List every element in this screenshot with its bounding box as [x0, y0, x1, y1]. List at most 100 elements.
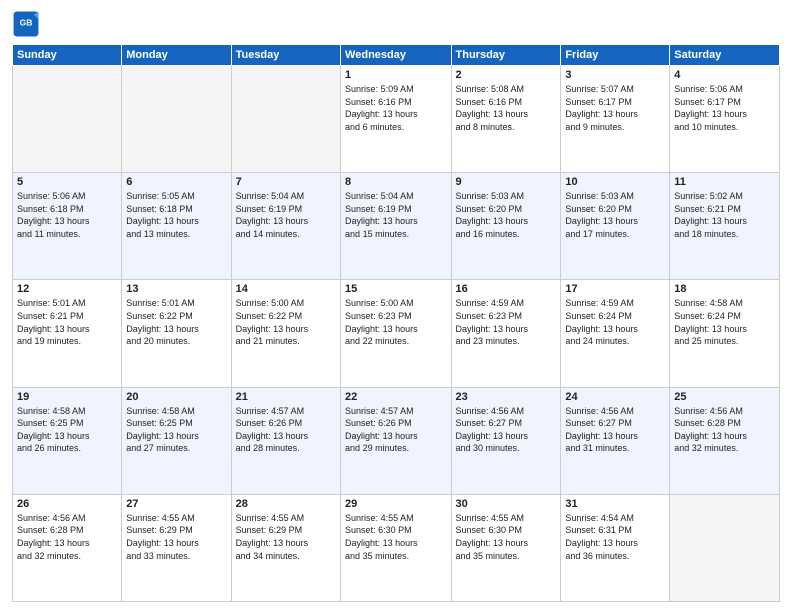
calendar-day-19: 19 Sunrise: 4:58 AM Sunset: 6:25 PM Dayli… [13, 387, 122, 494]
day-number: 13 [126, 283, 226, 295]
calendar-day-22: 22 Sunrise: 4:57 AM Sunset: 6:26 PM Dayli… [341, 387, 451, 494]
day-info: Sunrise: 5:04 AM Sunset: 6:19 PM Dayligh… [236, 190, 336, 240]
col-header-sunday: Sunday [13, 45, 122, 66]
calendar-day-9: 9Sunrise: 5:03 AM Sunset: 6:20 PM Daylig… [451, 173, 561, 280]
calendar-week-row: 1 Sunrise: 5:09 AM Sunset: 6:16 PM Daylig… [13, 66, 780, 173]
calendar-day-5: 5 Sunrise: 5:06 AM Sunset: 6:18 PM Daylig… [13, 173, 122, 280]
day-info: Sunrise: 4:59 AM Sunset: 6:23 PM Dayligh… [456, 297, 557, 347]
page-header: GB [12, 10, 780, 38]
day-number: 20 [126, 391, 226, 403]
day-info: Sunrise: 4:58 AM Sunset: 6:25 PM Dayligh… [17, 405, 117, 455]
calendar-day-16: 16 Sunrise: 4:59 AM Sunset: 6:23 PM Dayli… [451, 280, 561, 387]
day-info: Sunrise: 5:01 AM Sunset: 6:21 PM Dayligh… [17, 297, 117, 347]
calendar-day-empty [122, 66, 231, 173]
day-info: Sunrise: 4:56 AM Sunset: 6:27 PM Dayligh… [565, 405, 665, 455]
day-number: 8 [345, 176, 446, 188]
day-info: Sunrise: 5:00 AM Sunset: 6:23 PM Dayligh… [345, 297, 446, 347]
day-info: Sunrise: 4:55 AM Sunset: 6:29 PM Dayligh… [126, 512, 226, 562]
logo: GB [12, 10, 44, 38]
calendar-day-11: 11 Sunrise: 5:02 AM Sunset: 6:21 PM Dayli… [670, 173, 780, 280]
day-number: 16 [456, 283, 557, 295]
day-info: Sunrise: 5:05 AM Sunset: 6:18 PM Dayligh… [126, 190, 226, 240]
col-header-saturday: Saturday [670, 45, 780, 66]
day-info: Sunrise: 4:58 AM Sunset: 6:24 PM Dayligh… [674, 297, 775, 347]
calendar-day-15: 15 Sunrise: 5:00 AM Sunset: 6:23 PM Dayli… [341, 280, 451, 387]
day-info: Sunrise: 5:08 AM Sunset: 6:16 PM Dayligh… [456, 83, 557, 133]
calendar-day-31: 31Sunrise: 4:54 AM Sunset: 6:31 PM Dayli… [561, 494, 670, 601]
day-info: Sunrise: 4:57 AM Sunset: 6:26 PM Dayligh… [236, 405, 336, 455]
calendar-week-row: 5 Sunrise: 5:06 AM Sunset: 6:18 PM Daylig… [13, 173, 780, 280]
day-info: Sunrise: 4:55 AM Sunset: 6:29 PM Dayligh… [236, 512, 336, 562]
logo-icon: GB [12, 10, 40, 38]
day-info: Sunrise: 5:03 AM Sunset: 6:20 PM Dayligh… [565, 190, 665, 240]
col-header-friday: Friday [561, 45, 670, 66]
day-info: Sunrise: 5:00 AM Sunset: 6:22 PM Dayligh… [236, 297, 336, 347]
calendar-day-24: 24 Sunrise: 4:56 AM Sunset: 6:27 PM Dayli… [561, 387, 670, 494]
svg-text:GB: GB [20, 18, 33, 28]
calendar-day-30: 30 Sunrise: 4:55 AM Sunset: 6:30 PM Dayli… [451, 494, 561, 601]
calendar-day-8: 8Sunrise: 5:04 AM Sunset: 6:19 PM Daylig… [341, 173, 451, 280]
calendar-day-20: 20 Sunrise: 4:58 AM Sunset: 6:25 PM Dayli… [122, 387, 231, 494]
day-number: 21 [236, 391, 336, 403]
calendar-day-empty [231, 66, 340, 173]
day-info: Sunrise: 4:57 AM Sunset: 6:26 PM Dayligh… [345, 405, 446, 455]
day-info: Sunrise: 5:09 AM Sunset: 6:16 PM Dayligh… [345, 83, 446, 133]
calendar-day-7: 7 Sunrise: 5:04 AM Sunset: 6:19 PM Daylig… [231, 173, 340, 280]
day-number: 22 [345, 391, 446, 403]
calendar-day-4: 4Sunrise: 5:06 AM Sunset: 6:17 PM Daylig… [670, 66, 780, 173]
day-info: Sunrise: 4:55 AM Sunset: 6:30 PM Dayligh… [456, 512, 557, 562]
day-number: 7 [236, 176, 336, 188]
day-number: 4 [674, 69, 775, 81]
calendar-header-row: SundayMondayTuesdayWednesdayThursdayFrid… [13, 45, 780, 66]
calendar-day-26: 26 Sunrise: 4:56 AM Sunset: 6:28 PM Dayli… [13, 494, 122, 601]
calendar-day-18: 18 Sunrise: 4:58 AM Sunset: 6:24 PM Dayli… [670, 280, 780, 387]
col-header-wednesday: Wednesday [341, 45, 451, 66]
calendar-day-25: 25Sunrise: 4:56 AM Sunset: 6:28 PM Dayli… [670, 387, 780, 494]
day-number: 6 [126, 176, 226, 188]
day-number: 29 [345, 498, 446, 510]
day-number: 11 [674, 176, 775, 188]
day-number: 19 [17, 391, 117, 403]
day-info: Sunrise: 4:56 AM Sunset: 6:28 PM Dayligh… [17, 512, 117, 562]
calendar-day-3: 3 Sunrise: 5:07 AM Sunset: 6:17 PM Daylig… [561, 66, 670, 173]
calendar-day-17: 17 Sunrise: 4:59 AM Sunset: 6:24 PM Dayli… [561, 280, 670, 387]
calendar-week-row: 26 Sunrise: 4:56 AM Sunset: 6:28 PM Dayli… [13, 494, 780, 601]
day-number: 17 [565, 283, 665, 295]
day-number: 12 [17, 283, 117, 295]
day-number: 5 [17, 176, 117, 188]
day-info: Sunrise: 4:58 AM Sunset: 6:25 PM Dayligh… [126, 405, 226, 455]
day-number: 1 [345, 69, 446, 81]
day-number: 14 [236, 283, 336, 295]
calendar-day-1: 1 Sunrise: 5:09 AM Sunset: 6:16 PM Daylig… [341, 66, 451, 173]
day-number: 26 [17, 498, 117, 510]
calendar-day-13: 13 Sunrise: 5:01 AM Sunset: 6:22 PM Dayli… [122, 280, 231, 387]
calendar-day-27: 27 Sunrise: 4:55 AM Sunset: 6:29 PM Dayli… [122, 494, 231, 601]
calendar-day-29: 29 Sunrise: 4:55 AM Sunset: 6:30 PM Dayli… [341, 494, 451, 601]
day-info: Sunrise: 5:07 AM Sunset: 6:17 PM Dayligh… [565, 83, 665, 133]
day-info: Sunrise: 5:06 AM Sunset: 6:18 PM Dayligh… [17, 190, 117, 240]
calendar-day-6: 6 Sunrise: 5:05 AM Sunset: 6:18 PM Daylig… [122, 173, 231, 280]
calendar-day-empty [13, 66, 122, 173]
calendar-day-10: 10 Sunrise: 5:03 AM Sunset: 6:20 PM Dayli… [561, 173, 670, 280]
col-header-thursday: Thursday [451, 45, 561, 66]
day-number: 24 [565, 391, 665, 403]
calendar-day-28: 28Sunrise: 4:55 AM Sunset: 6:29 PM Dayli… [231, 494, 340, 601]
calendar-day-21: 21 Sunrise: 4:57 AM Sunset: 6:26 PM Dayli… [231, 387, 340, 494]
calendar-day-empty [670, 494, 780, 601]
day-number: 3 [565, 69, 665, 81]
calendar-week-row: 12 Sunrise: 5:01 AM Sunset: 6:21 PM Dayli… [13, 280, 780, 387]
day-info: Sunrise: 4:56 AM Sunset: 6:28 PM Dayligh… [674, 405, 775, 455]
day-number: 10 [565, 176, 665, 188]
day-info: Sunrise: 4:55 AM Sunset: 6:30 PM Dayligh… [345, 512, 446, 562]
day-info: Sunrise: 4:59 AM Sunset: 6:24 PM Dayligh… [565, 297, 665, 347]
day-number: 30 [456, 498, 557, 510]
calendar-day-12: 12 Sunrise: 5:01 AM Sunset: 6:21 PM Dayli… [13, 280, 122, 387]
col-header-monday: Monday [122, 45, 231, 66]
day-number: 31 [565, 498, 665, 510]
calendar-day-2: 2Sunrise: 5:08 AM Sunset: 6:16 PM Daylig… [451, 66, 561, 173]
day-number: 18 [674, 283, 775, 295]
day-number: 15 [345, 283, 446, 295]
day-info: Sunrise: 5:01 AM Sunset: 6:22 PM Dayligh… [126, 297, 226, 347]
day-info: Sunrise: 5:02 AM Sunset: 6:21 PM Dayligh… [674, 190, 775, 240]
day-number: 27 [126, 498, 226, 510]
